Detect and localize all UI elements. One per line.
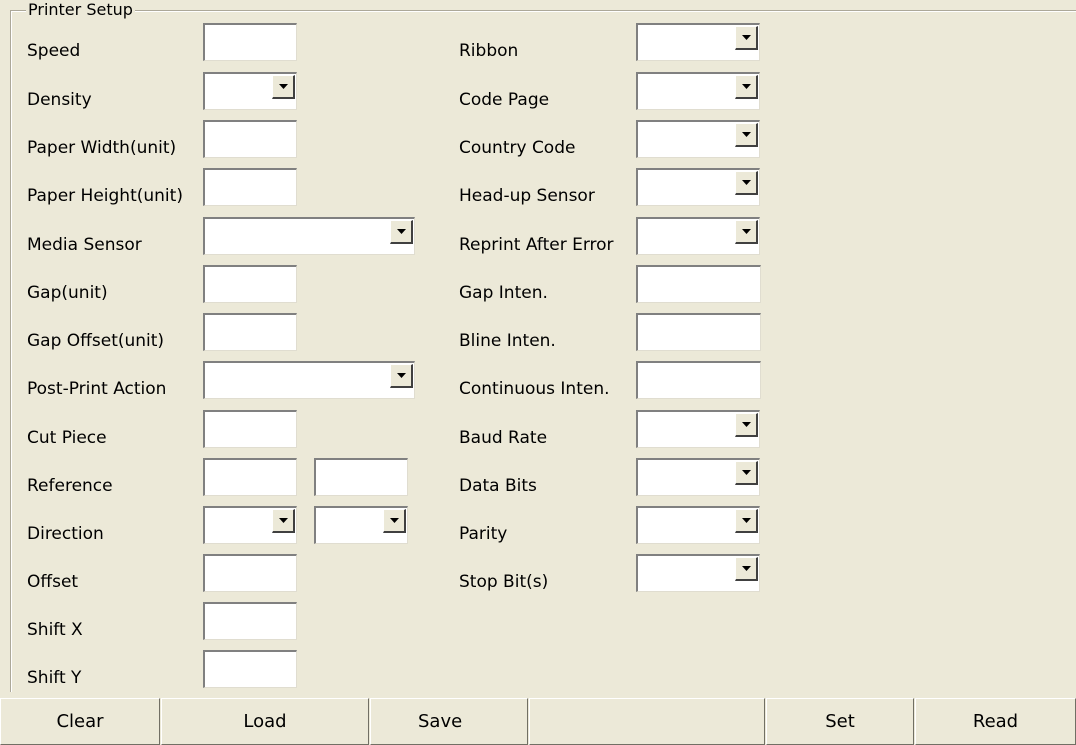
- post-print-action-label: Post-Print Action: [27, 379, 167, 399]
- gap-offset-unit-field[interactable]: [203, 313, 297, 351]
- paper-width-unit-label: Paper Width(unit): [27, 138, 177, 158]
- gap-inten-label: Gap Inten.: [459, 283, 548, 303]
- group-title: Printer Setup: [26, 0, 135, 20]
- ribbon-dropdown[interactable]: [636, 23, 760, 61]
- ribbon-label: Ribbon: [459, 41, 519, 61]
- bline-inten-label: Bline Inten.: [459, 331, 556, 351]
- direction-1-dropdown[interactable]: [203, 506, 297, 544]
- head-up-sensor-dropdown[interactable]: [636, 168, 760, 206]
- reprint-after-error-label: Reprint After Error: [459, 235, 614, 255]
- gap-unit-label: Gap(unit): [27, 283, 108, 303]
- chevron-down-icon[interactable]: [383, 509, 406, 533]
- data-bits-dropdown[interactable]: [636, 458, 760, 496]
- speed-label: Speed: [27, 41, 81, 61]
- chevron-down-icon[interactable]: [272, 509, 295, 533]
- stop-bit-s-label: Stop Bit(s): [459, 572, 549, 592]
- media-sensor-dropdown[interactable]: [203, 217, 415, 255]
- code-page-label: Code Page: [459, 90, 550, 110]
- chevron-down-icon[interactable]: [735, 413, 758, 437]
- chevron-down-icon[interactable]: [735, 461, 758, 485]
- gap-unit-field[interactable]: [203, 265, 297, 303]
- head-up-sensor-label: Head-up Sensor: [459, 186, 595, 206]
- chevron-down-icon[interactable]: [735, 75, 758, 99]
- chevron-down-icon[interactable]: [735, 220, 758, 244]
- paper-height-unit-field[interactable]: [203, 168, 297, 206]
- media-sensor-label: Media Sensor: [27, 235, 142, 255]
- chevron-down-icon[interactable]: [390, 364, 413, 388]
- direction-2-dropdown[interactable]: [314, 506, 408, 544]
- printer-setup-window: Printer Setup Speed Density Paper Width(un…: [0, 0, 1076, 745]
- reference-1-field[interactable]: [203, 458, 297, 496]
- cut-piece-label: Cut Piece: [27, 428, 107, 448]
- post-print-action-dropdown[interactable]: [203, 361, 415, 399]
- parity-label: Parity: [459, 524, 508, 544]
- stop-bit-s-dropdown[interactable]: [636, 554, 760, 592]
- baud-rate-label: Baud Rate: [459, 428, 548, 448]
- speed-field[interactable]: [203, 23, 297, 61]
- parity-dropdown[interactable]: [636, 506, 760, 544]
- continuous-inten-label: Continuous Inten.: [459, 379, 610, 399]
- read-button[interactable]: Read: [915, 698, 1076, 745]
- chevron-down-icon[interactable]: [735, 509, 758, 533]
- reference-2-field[interactable]: [314, 458, 408, 496]
- chevron-down-icon[interactable]: [735, 171, 758, 195]
- paper-width-unit-field[interactable]: [203, 120, 297, 158]
- clear-button[interactable]: Clear: [0, 698, 160, 745]
- shift-x-field[interactable]: [203, 602, 297, 640]
- shift-y-field[interactable]: [203, 650, 297, 688]
- chevron-down-icon[interactable]: [390, 220, 413, 244]
- density-label: Density: [27, 90, 92, 110]
- bline-inten-field[interactable]: [636, 313, 761, 351]
- gap-offset-unit-label: Gap Offset(unit): [27, 331, 165, 351]
- code-page-dropdown[interactable]: [636, 72, 760, 110]
- chevron-down-icon[interactable]: [735, 26, 758, 50]
- shift-x-label: Shift X: [27, 620, 83, 640]
- baud-rate-dropdown[interactable]: [636, 410, 760, 448]
- offset-label: Offset: [27, 572, 79, 592]
- paper-height-unit-label: Paper Height(unit): [27, 186, 183, 206]
- offset-field[interactable]: [203, 554, 297, 592]
- shift-y-label: Shift Y: [27, 668, 82, 688]
- country-code-dropdown[interactable]: [636, 120, 760, 158]
- chevron-down-icon[interactable]: [735, 557, 758, 581]
- data-bits-label: Data Bits: [459, 476, 537, 496]
- chevron-down-icon[interactable]: [735, 123, 758, 147]
- reprint-after-error-dropdown[interactable]: [636, 217, 760, 255]
- gap-inten-field[interactable]: [636, 265, 761, 303]
- set-button[interactable]: Set: [766, 698, 914, 745]
- button-bar: Clear Load Save Set Read: [0, 698, 1076, 745]
- reference-label: Reference: [27, 476, 113, 496]
- density-dropdown[interactable]: [203, 72, 297, 110]
- cut-piece-field[interactable]: [203, 410, 297, 448]
- chevron-down-icon[interactable]: [272, 75, 295, 99]
- continuous-inten-field[interactable]: [636, 361, 761, 399]
- load-button[interactable]: Load: [161, 698, 369, 745]
- direction-label: Direction: [27, 524, 104, 544]
- save-button[interactable]: Save: [370, 698, 528, 745]
- button-bar-spacer: [529, 698, 765, 745]
- country-code-label: Country Code: [459, 138, 576, 158]
